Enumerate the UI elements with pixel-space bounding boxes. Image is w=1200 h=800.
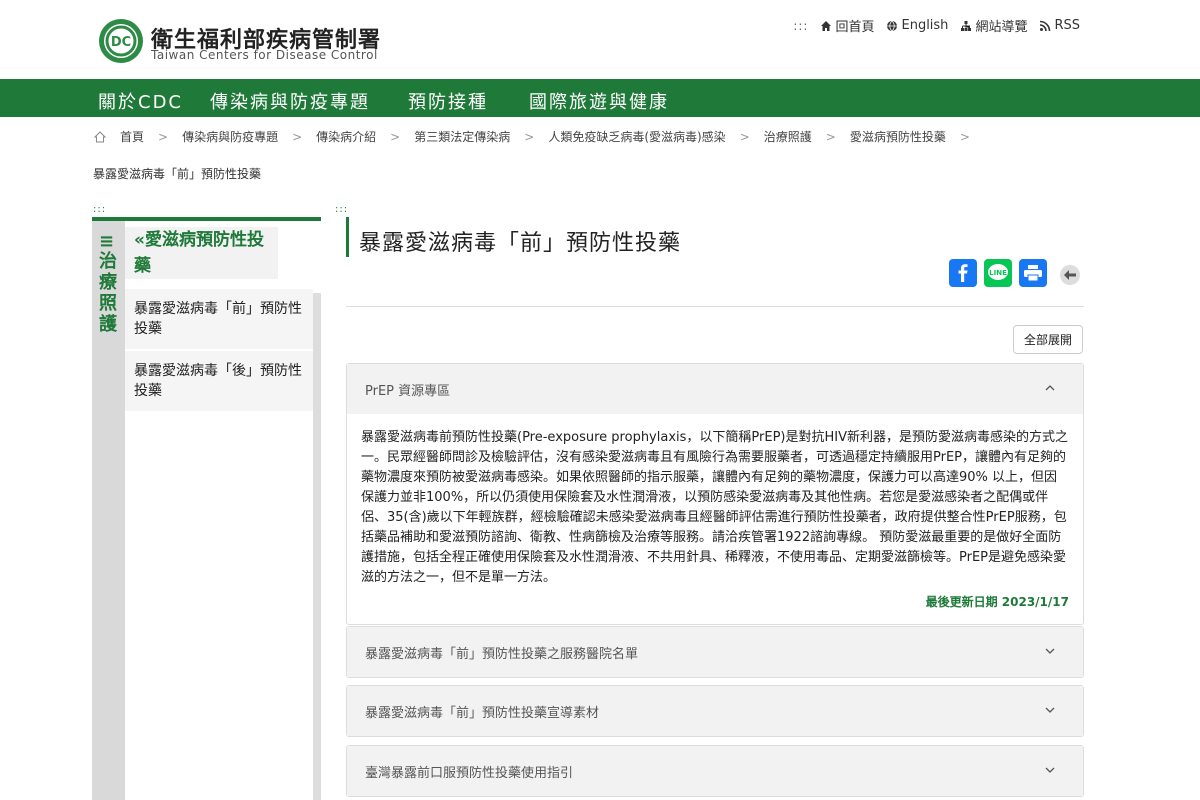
rss-link-label: RSS [1054,18,1080,33]
accordion-header[interactable]: 臺灣暴露前口服預防性投藥使用指引 [347,746,1083,796]
site-name-en[interactable]: Taiwan Centers for Disease Control [151,48,378,62]
breadcrumb-item-prep[interactable]: 愛滋病預防性投藥 [850,128,946,145]
breadcrumb-item-care[interactable]: 治療照護 [764,128,812,145]
rss-icon [1040,20,1051,31]
accordion-header[interactable]: 暴露愛滋病毒「前」預防性投藥之服務醫院名單 [347,627,1083,677]
svg-text:LINE: LINE [989,269,1007,277]
breadcrumb-item-diseases[interactable]: 傳染病與防疫專題 [182,128,278,145]
expand-all-button[interactable]: 全部展開 [1013,325,1083,354]
english-link[interactable]: English [886,18,948,33]
cdc-logo-icon[interactable]: DC [98,18,144,64]
sidebar-item-prep-after[interactable]: 暴露愛滋病毒「後」預防性投藥 [125,351,313,411]
back-button[interactable] [1060,265,1080,285]
accordion-title: 暴露愛滋病毒「前」預防性投藥之服務醫院名單 [365,646,639,662]
sidebar-item-prep-before[interactable]: 暴露愛滋病毒「前」預防性投藥 [125,289,313,349]
sidebar-vertical-tab: ≡ 治療照護 [92,217,321,800]
sidebar: ≡ 治療照護 «愛滋病預防性投藥 暴露愛滋病毒「前」預防性投藥 暴露愛滋病毒「後… [92,217,321,800]
home-link-label: 回首頁 [835,20,875,35]
accordion-title: PrEP 資源專區 [365,383,451,399]
page-title: 暴露愛滋病毒「前」預防性投藥 [359,231,682,256]
sidebar-accesskey-dots: ::: [93,204,107,215]
breadcrumb-separator: > [524,129,535,144]
breadcrumb-separator: > [158,129,169,144]
chevron-down-icon [1045,763,1055,776]
line-icon: LINE [988,264,1008,280]
nav-item-diseases[interactable]: 傳染病與防疫專題 [210,88,370,114]
back-icon [1064,270,1076,280]
main-nav: 關於CDC 傳染病與防疫專題 預防接種 國際旅遊與健康 [0,79,1200,117]
breadcrumb-separator: > [739,129,750,144]
facebook-icon [958,264,968,282]
prep-description: 暴露愛滋病毒前預防性投藥(Pre-exposure prophylaxis，以下… [361,430,1068,585]
sidebar-title[interactable]: «愛滋病預防性投藥 [125,227,278,279]
svg-text:DC: DC [111,35,131,50]
breadcrumb: 首頁 > 傳染病與防疫專題 > 傳染病介紹 > 第三類法定傳染病 > 人類免疫缺… [94,128,984,145]
home-link[interactable]: 回首頁 [820,16,874,35]
line-share-button[interactable]: LINE [984,259,1012,287]
accordion-hospital-list: 暴露愛滋病毒「前」預防性投藥之服務醫院名單 [346,626,1084,678]
sidebar-vertical-label: 治療照護 [99,251,117,335]
utility-links: ::: 回首頁 English 網站導覽 RSS [793,16,1080,35]
print-button[interactable] [1019,259,1047,287]
sitemap-link-label: 網站導覽 [975,20,1028,35]
home-icon [821,20,832,31]
divider [346,306,1084,307]
menu-icon[interactable]: ≡ [99,231,114,252]
globe-icon [887,20,898,32]
nav-item-about[interactable]: 關於CDC [98,88,183,114]
sitemap-link[interactable]: 網站導覽 [960,16,1027,35]
last-updated: 最後更新日期 2023/1/17 [925,595,1069,609]
home-icon[interactable] [94,130,106,143]
accordion-header[interactable]: PrEP 資源專區 [347,364,1083,414]
accordion-body: 暴露愛滋病毒前預防性投藥(Pre-exposure prophylaxis，以下… [347,414,1083,624]
breadcrumb-item-intro[interactable]: 傳染病介紹 [316,128,376,145]
breadcrumb-current: 暴露愛滋病毒「前」預防性投藥 [93,167,262,181]
chevron-down-icon [1045,703,1055,716]
site-header: DC 衛生福利部疾病管制署 Taiwan Centers for Disease… [0,0,1200,79]
facebook-share-button[interactable] [949,259,977,287]
breadcrumb-separator: > [959,129,970,144]
accordion-title: 暴露愛滋病毒「前」預防性投藥宣導素材 [365,705,600,721]
print-icon [1024,265,1042,281]
title-accent-bar [346,217,349,257]
content-accesskey-dots: ::: [335,204,349,215]
accordion-promo-materials: 暴露愛滋病毒「前」預防性投藥宣導素材 [346,685,1084,737]
accordion-title: 臺灣暴露前口服預防性投藥使用指引 [365,765,574,781]
sidebar-panel: «愛滋病預防性投藥 暴露愛滋病毒「前」預防性投藥 暴露愛滋病毒「後」預防性投藥 [125,221,321,800]
english-link-label: English [901,18,949,33]
accordion-prep-resources: PrEP 資源專區 暴露愛滋病毒前預防性投藥(Pre-exposure prop… [346,363,1084,625]
nav-item-travel[interactable]: 國際旅遊與健康 [529,88,669,114]
breadcrumb-item-hiv[interactable]: 人類免疫缺乏病毒(愛滋病毒)感染 [548,128,725,145]
nav-item-vaccination[interactable]: 預防接種 [408,88,488,114]
accesskey-dots: ::: [793,18,809,33]
breadcrumb-item-category3[interactable]: 第三類法定傳染病 [414,128,510,145]
breadcrumb-separator: > [292,129,303,144]
accordion-header[interactable]: 暴露愛滋病毒「前」預防性投藥宣導素材 [347,686,1083,736]
breadcrumb-item-home[interactable]: 首頁 [120,128,144,145]
sitemap-icon [961,20,972,31]
rss-link[interactable]: RSS [1039,18,1080,33]
chevron-down-icon [1045,644,1055,657]
breadcrumb-separator: > [390,129,401,144]
sidebar-scrollbar[interactable] [313,293,321,800]
accordion-guidelines: 臺灣暴露前口服預防性投藥使用指引 [346,745,1084,797]
chevron-up-icon [1045,381,1055,394]
breadcrumb-separator: > [825,129,836,144]
